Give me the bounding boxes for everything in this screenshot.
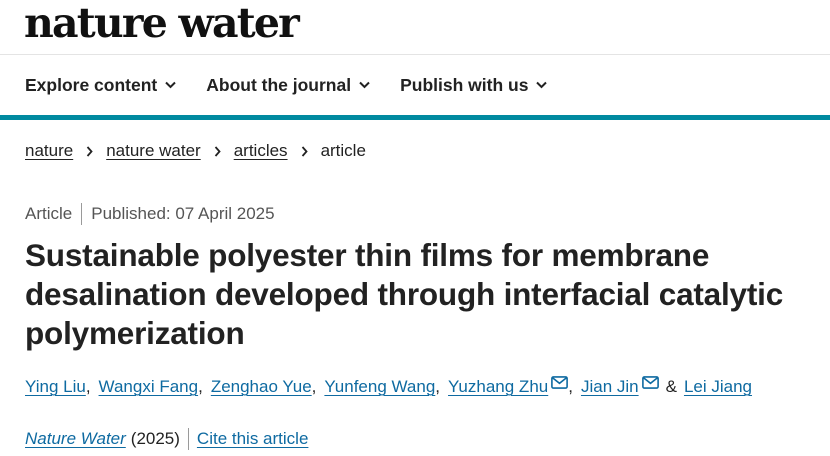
nav-label: Explore content (25, 74, 158, 95)
breadcrumb-articles[interactable]: articles (234, 141, 288, 161)
author-link[interactable]: Jian Jin (581, 377, 639, 397)
breadcrumb-current: article (320, 141, 366, 160)
author-link[interactable]: Yuzhang Zhu (448, 377, 548, 397)
accent-bar (0, 115, 830, 120)
breadcrumb-nature[interactable]: nature (25, 141, 73, 161)
separator: , (198, 377, 203, 396)
chevron-down-icon (165, 81, 176, 89)
article-type: Article (25, 204, 73, 223)
email-icon[interactable] (641, 375, 659, 389)
nav-explore-content[interactable]: Explore content (25, 75, 176, 96)
chevron-down-icon (359, 81, 370, 89)
nav-about-the-journal[interactable]: About the journal (206, 75, 370, 96)
author-link[interactable]: Ying Liu (25, 377, 86, 397)
email-icon[interactable] (551, 375, 569, 389)
separator: , (435, 377, 441, 396)
author-link[interactable]: Lei Jiang (684, 377, 752, 397)
cite-this-article-link[interactable]: Cite this article (197, 429, 308, 449)
citation-line: Nature Water (2025) Cite this article (25, 428, 308, 450)
nav-publish-with-us[interactable]: Publish with us (400, 74, 548, 96)
chevron-right-icon (86, 145, 93, 157)
breadcrumb-nature-water[interactable]: nature water (106, 141, 201, 161)
main-nav: Explore content About the journal Publis… (25, 71, 577, 99)
separator: , (311, 377, 317, 396)
publication-year: (2025) (130, 429, 180, 448)
published-date: Published: 07 April 2025 (91, 204, 275, 223)
separator: , (568, 377, 573, 396)
author-list: Ying Liu, Wangxi Fang, Zenghao Yue, Yunf… (25, 375, 752, 397)
chevron-right-icon (301, 145, 308, 157)
journal-link[interactable]: Nature Water (25, 429, 126, 449)
author-link[interactable]: Yunfeng Wang (324, 377, 435, 397)
site-logo[interactable]: nature water (24, 0, 300, 46)
citation-divider (187, 428, 189, 450)
nav-label: Publish with us (400, 74, 529, 95)
breadcrumb: nature nature water articles article (25, 141, 366, 161)
author-ampersand: & (665, 377, 677, 396)
chevron-right-icon (214, 145, 221, 157)
author-link[interactable]: Wangxi Fang (99, 377, 199, 397)
article-title: Sustainable polyester thin films for mem… (25, 237, 784, 351)
meta-divider (81, 203, 83, 225)
author-link[interactable]: Zenghao Yue (211, 377, 312, 397)
header-divider (0, 54, 830, 55)
nav-label: About the journal (206, 74, 352, 95)
separator: , (85, 377, 91, 396)
chevron-down-icon (536, 81, 548, 89)
article-meta: Article Published: 07 April 2025 (25, 203, 275, 225)
